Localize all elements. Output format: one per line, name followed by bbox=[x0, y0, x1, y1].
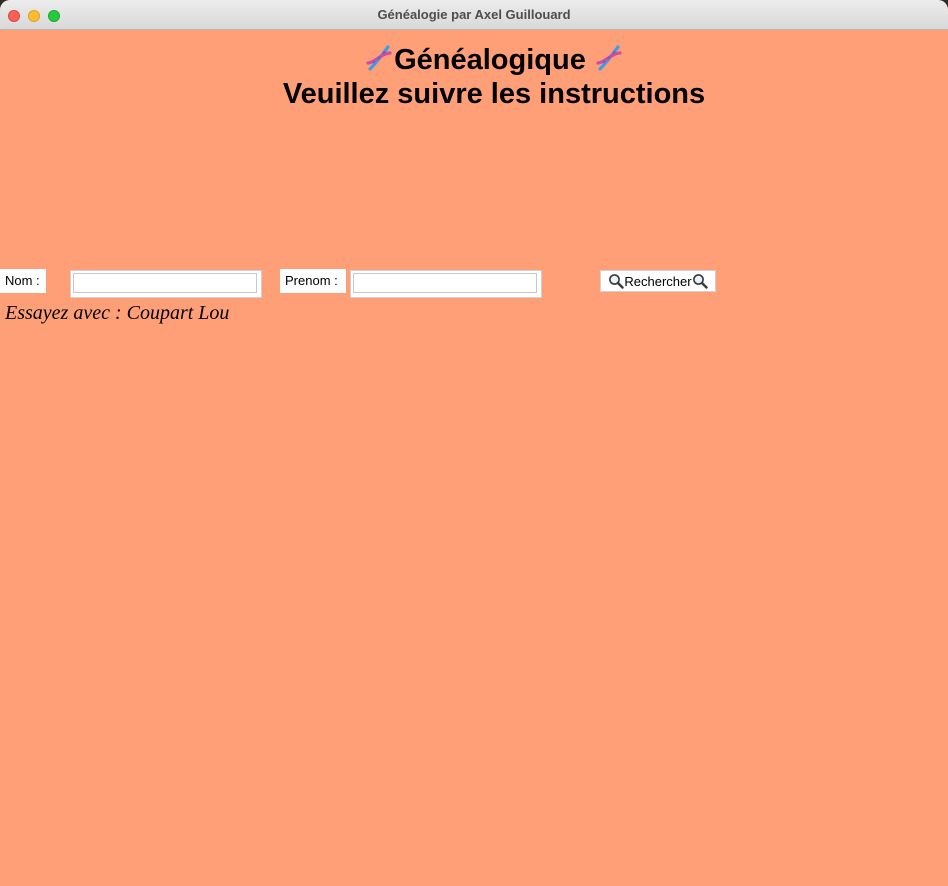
prenom-label: Prenom : bbox=[280, 269, 346, 293]
page-title: Généalogique bbox=[394, 44, 594, 76]
page-subtitle: Veuillez suivre les instructions bbox=[282, 78, 706, 110]
prenom-field-frame bbox=[350, 270, 542, 298]
app-window: Généalogie par Axel Guillouard Généalogi… bbox=[0, 0, 948, 886]
hint-text: Essayez avec : Coupart Lou bbox=[5, 302, 230, 324]
window-title: Généalogie par Axel Guillouard bbox=[377, 7, 571, 22]
nom-label: Nom : bbox=[0, 269, 46, 293]
dna-icon bbox=[596, 45, 622, 71]
dna-icon bbox=[366, 45, 392, 71]
page-title-row: Généalogique bbox=[0, 42, 948, 78]
magnifier-icon bbox=[609, 274, 625, 289]
main-content: Généalogique Veuillez suivre les instruc… bbox=[0, 30, 948, 886]
nom-field-frame bbox=[70, 270, 262, 298]
prenom-input[interactable] bbox=[353, 273, 537, 293]
magnifier-icon bbox=[692, 274, 708, 289]
search-button-label: Rechercher bbox=[624, 273, 692, 289]
title-bar: Généalogie par Axel Guillouard bbox=[0, 0, 948, 30]
nom-input[interactable] bbox=[73, 273, 257, 293]
search-button[interactable]: Rechercher bbox=[600, 270, 716, 292]
